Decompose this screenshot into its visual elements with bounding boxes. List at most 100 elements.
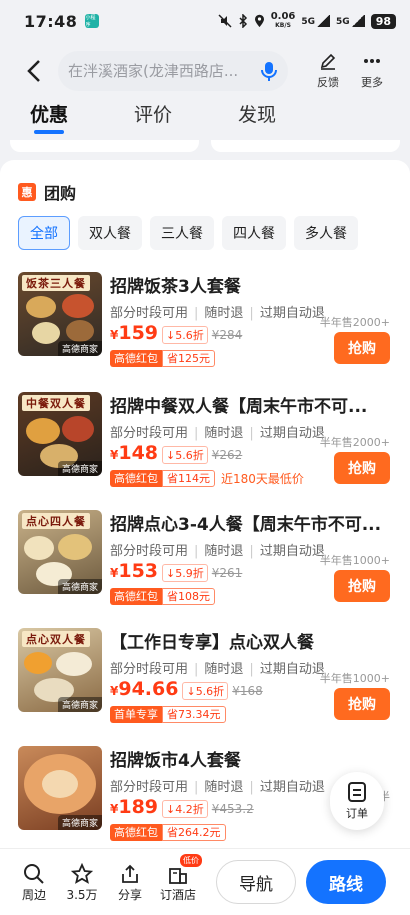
discount-value: 5.6折 <box>175 329 204 342</box>
food-plate <box>26 296 56 318</box>
favorite-button[interactable]: 3.5万 <box>58 862 106 903</box>
signal-1-label: 5G <box>301 17 316 27</box>
deal-price: ¥189 <box>110 796 158 818</box>
deal-tags: 部分时段可用随时退过期自动退 <box>110 658 325 677</box>
coupon-row: 首单专享 省73.34元 <box>110 706 226 723</box>
deal-name: 招牌中餐双人餐【周末午市不可... <box>110 397 368 417</box>
low-price-badge: 低价 <box>180 853 202 867</box>
more-label: 更多 <box>361 76 383 89</box>
deal-tags: 部分时段可用随时退过期自动退 <box>110 776 325 795</box>
tab-deals[interactable]: 优惠 <box>30 100 134 140</box>
navigation-button[interactable]: 导航 <box>216 860 296 904</box>
signal-2: 5G <box>336 15 365 27</box>
deal-price: ¥153 <box>110 560 158 582</box>
feedback-button[interactable]: 反馈 <box>306 52 350 90</box>
content-scroll[interactable]: 惠 团购 全部 双人餐 三人餐 四人餐 多人餐 饭茶三人餐 高德商家 招牌饭茶3… <box>0 140 410 848</box>
down-arrow-icon: ↓ <box>166 803 176 816</box>
price-row: ¥153 ↓5.9折 ¥261 <box>110 560 242 582</box>
lowest-price-tag: 近180天最低价 <box>221 472 304 486</box>
tag: 随时退 <box>194 658 243 677</box>
deal-thumbnail: 高德商家 <box>18 746 102 830</box>
prev-card-right <box>211 140 400 152</box>
price-row: ¥189 ↓4.2折 ¥453.2 <box>110 796 254 818</box>
discount-badge: ↓4.2折 <box>162 800 208 818</box>
filter-multi[interactable]: 多人餐 <box>294 216 358 250</box>
down-arrow-icon: ↓ <box>166 449 176 462</box>
status-bar: 17:48 小程序 0.06 KB/S 5G 5G 98 <box>0 0 410 42</box>
buy-button[interactable]: 抢购 <box>334 452 390 484</box>
filter-three[interactable]: 三人餐 <box>150 216 214 250</box>
coupon-row: 高德红包 省108元 <box>110 588 215 605</box>
deal-item[interactable]: 中餐双人餐 高德商家 招牌中餐双人餐【周末午市不可... 部分时段可用随时退过期… <box>0 392 410 510</box>
tab-reviews[interactable]: 评价 <box>134 100 238 140</box>
coupon-value: 省73.34元 <box>162 706 226 723</box>
buy-button[interactable]: 抢购 <box>334 570 390 602</box>
discount-value: 5.6折 <box>175 449 204 462</box>
location-icon <box>254 14 264 27</box>
food-plate <box>24 652 52 674</box>
deal-item[interactable]: 饭茶三人餐 高德商家 招牌饭茶3人套餐 部分时段可用随时退过期自动退 ¥159 … <box>0 272 410 390</box>
food-plate <box>26 418 60 444</box>
sold-count: 半年售2000+ <box>319 436 390 449</box>
deal-thumbnail: 点心双人餐 高德商家 <box>18 628 102 712</box>
tab-bar: 优惠 评价 发现 <box>0 100 410 140</box>
share-button[interactable]: 分享 <box>106 862 154 903</box>
filter-two[interactable]: 双人餐 <box>78 216 142 250</box>
deal-thumbnail: 饭茶三人餐 高德商家 <box>18 272 102 356</box>
deal-item[interactable]: 点心四人餐 高德商家 招牌点心3-4人餐【周末午市不可... 部分时段可用随时退… <box>0 510 410 628</box>
tab-discover[interactable]: 发现 <box>238 100 342 140</box>
more-button[interactable]: 更多 <box>350 52 394 90</box>
coupon-key: 首单专享 <box>110 706 162 723</box>
discount-value: 4.2折 <box>175 803 204 816</box>
food-plate <box>58 534 92 560</box>
hotel-button[interactable]: 低价 订酒店 <box>154 853 202 903</box>
tag: 部分时段可用 <box>110 426 189 441</box>
merchant-label: 高德商家 <box>57 461 102 476</box>
coupon-badge: 高德红包 省264.2元 <box>110 824 226 841</box>
filter-four[interactable]: 四人餐 <box>222 216 286 250</box>
coupon-key: 高德红包 <box>110 824 162 841</box>
feedback-label: 反馈 <box>317 76 339 89</box>
signal-1: 5G <box>301 15 331 27</box>
coupon-value: 省114元 <box>162 470 215 487</box>
thumb-banner: 点心双人餐 <box>22 631 90 647</box>
sold-count: 半年售2000+ <box>319 316 390 329</box>
tag: 随时退 <box>194 776 243 795</box>
discount-badge: ↓5.6折 <box>162 326 208 344</box>
merchant-label: 高德商家 <box>57 341 102 356</box>
tag: 部分时段可用 <box>110 662 189 677</box>
battery-icon: 98 <box>370 13 396 29</box>
prev-card-left <box>10 140 199 152</box>
coupon-row: 高德红包 省125元 <box>110 350 215 367</box>
more-icon <box>363 52 381 74</box>
coupon-key: 高德红包 <box>110 470 162 487</box>
nearby-button[interactable]: 周边 <box>10 862 58 903</box>
route-button[interactable]: 路线 <box>306 860 386 904</box>
food-plate <box>62 416 94 442</box>
search-box[interactable] <box>58 51 288 91</box>
bottom-action-bar: 周边 3.5万 分享 低价 订酒店 导航 路线 <box>0 848 410 915</box>
signal-2-icon <box>350 15 365 27</box>
favorite-count: 3.5万 <box>66 887 98 902</box>
tag: 过期自动退 <box>249 776 325 795</box>
deal-price: ¥159 <box>110 322 158 344</box>
deal-name: 【工作日专享】点心双人餐 <box>110 633 314 653</box>
thumb-banner: 中餐双人餐 <box>22 395 90 411</box>
search-header: 反馈 更多 <box>0 42 410 100</box>
buy-button[interactable]: 抢购 <box>334 688 390 720</box>
down-arrow-icon: ↓ <box>166 567 176 580</box>
deal-item[interactable]: 点心双人餐 高德商家 【工作日专享】点心双人餐 部分时段可用随时退过期自动退 ¥… <box>0 628 410 746</box>
buy-button[interactable]: 抢购 <box>334 332 390 364</box>
voice-search-icon[interactable] <box>258 60 280 82</box>
merchant-label: 高德商家 <box>57 579 102 594</box>
search-input[interactable] <box>68 62 248 80</box>
original-price: ¥453.2 <box>211 802 254 816</box>
tag: 随时退 <box>194 422 243 441</box>
discount-value: 5.6折 <box>195 685 225 698</box>
order-float-button[interactable]: 订单 <box>330 772 384 830</box>
price-row: ¥159 ↓5.6折 ¥284 <box>110 322 242 344</box>
edit-icon <box>319 52 337 74</box>
down-arrow-icon: ↓ <box>166 329 176 342</box>
back-button[interactable] <box>22 59 46 83</box>
filter-all[interactable]: 全部 <box>18 216 70 250</box>
